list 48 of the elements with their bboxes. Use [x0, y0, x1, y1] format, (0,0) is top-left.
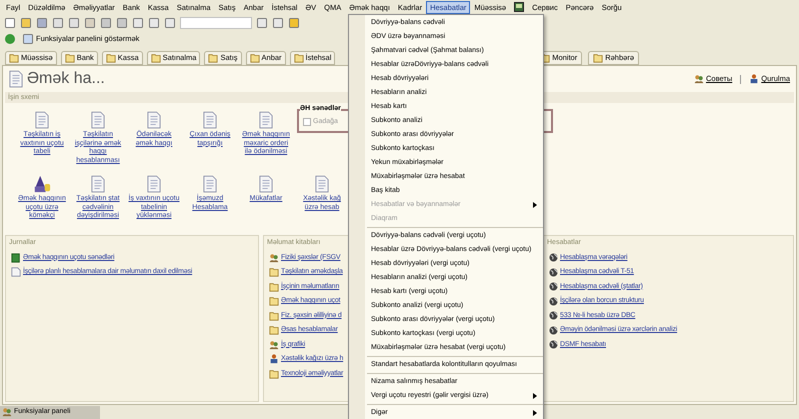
submenu-arrow-icon	[533, 202, 537, 208]
people-icon	[694, 74, 704, 84]
checkbox[interactable]	[303, 118, 311, 126]
folder-icon	[269, 296, 279, 306]
document-icon	[259, 111, 273, 129]
folder-icon	[150, 53, 161, 63]
document-icon	[259, 175, 273, 193]
document-icon	[203, 111, 217, 129]
globe-icon	[549, 311, 558, 320]
document-icon	[91, 175, 105, 193]
document-icon	[147, 111, 161, 129]
globe-icon	[549, 282, 558, 292]
document-icon	[91, 111, 105, 129]
folder-icon	[593, 53, 604, 63]
document-icon	[315, 175, 329, 193]
folder-icon	[208, 53, 218, 63]
people-icon	[2, 407, 12, 417]
globe-icon	[549, 326, 558, 335]
folder-icon	[294, 53, 304, 63]
journal-icon	[11, 252, 21, 263]
wizard-icon	[33, 175, 51, 193]
submenu-arrow-icon	[533, 393, 537, 399]
document-icon	[203, 175, 217, 193]
folder-icon	[269, 310, 279, 321]
folder-icon	[269, 267, 279, 278]
folder-icon	[250, 53, 260, 63]
document-icon	[9, 70, 23, 88]
people-icon	[269, 340, 279, 350]
globe-icon	[549, 253, 558, 262]
people-icon	[269, 252, 279, 263]
folder-icon	[64, 53, 75, 63]
document-icon	[11, 267, 21, 278]
globe-icon	[549, 340, 558, 350]
submenu-arrow-icon	[533, 410, 537, 416]
folder-icon	[269, 282, 279, 292]
app-icon[interactable]	[512, 0, 526, 14]
folder-icon	[269, 368, 279, 379]
person-icon	[269, 354, 279, 364]
folder-icon	[269, 325, 279, 336]
search-field[interactable]	[180, 16, 252, 28]
document-icon	[35, 111, 49, 129]
person-icon	[749, 74, 760, 84]
document-icon	[147, 175, 161, 193]
folder-icon	[106, 53, 116, 63]
folder-icon	[9, 53, 19, 63]
globe-icon	[549, 268, 558, 277]
panel-title: Əmək ha...	[27, 69, 105, 89]
globe-icon	[549, 296, 558, 306]
